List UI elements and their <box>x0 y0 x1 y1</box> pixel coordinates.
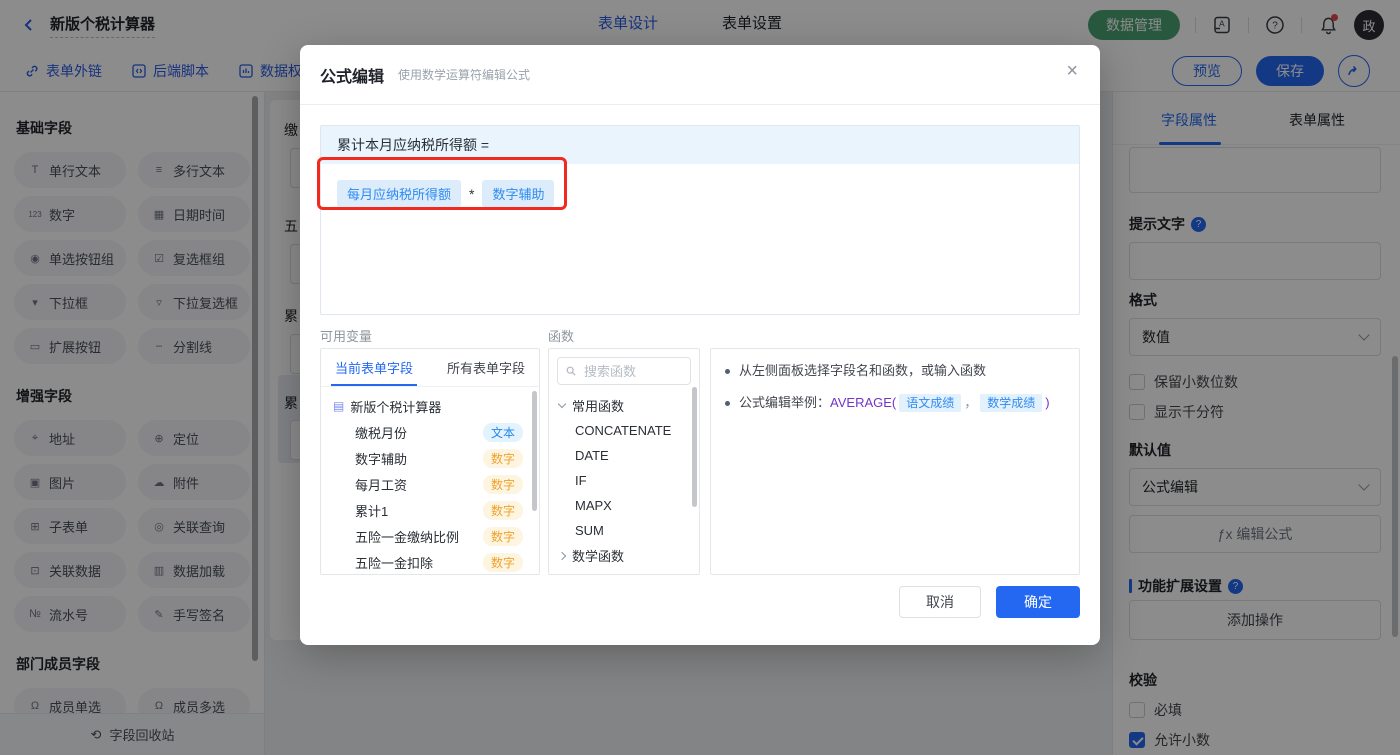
function-search-input[interactable] <box>582 362 682 380</box>
app-window: 新版个税计算器 表单设计 表单设置 数据管理 A ? 政 表单外链 后端脚本 数… <box>0 0 1400 755</box>
hints-panel: 从左侧面板选择字段名和函数，或输入函数 公式编辑举例：AVERAGE(语文成绩，… <box>710 348 1080 575</box>
form-tree-root[interactable]: ▤ 新版个税计算器 <box>321 393 539 419</box>
modal-title: 公式编辑 <box>320 68 385 86</box>
functions-panel: 常用函数 CONCATENATE DATE IF MAPX SUM 数学函数 文… <box>548 348 700 575</box>
variable-row[interactable]: 缴税月份 文本 <box>321 419 539 445</box>
variables-heading: 可用变量 <box>320 329 373 344</box>
formula-editor-modal: 公式编辑 使用数学运算符编辑公式 × 累计本月应纳税所得额 = 每月应纳税所得额… <box>300 45 1100 645</box>
modal-header: 公式编辑 使用数学运算符编辑公式 × <box>300 45 1100 105</box>
confirm-button[interactable]: 确定 <box>996 586 1080 618</box>
variable-row[interactable]: 每月工资 数字 <box>321 471 539 497</box>
form-doc-icon: ▤ <box>333 399 345 413</box>
type-badge: 数字 <box>482 526 523 546</box>
bullet-icon <box>725 401 730 406</box>
type-badge: 数字 <box>482 448 523 468</box>
formula-expression[interactable]: 每月应纳税所得额 * 数字辅助 <box>321 164 1079 223</box>
close-icon[interactable]: × <box>1066 61 1078 81</box>
type-badge: 数字 <box>482 500 523 520</box>
chevron-right-icon <box>557 551 567 560</box>
formula-field-chip[interactable]: 每月应纳税所得额 <box>337 180 462 207</box>
type-badge: 文本 <box>482 422 523 442</box>
tab-current-form-fields[interactable]: 当前表单字段 <box>335 358 413 377</box>
function-item[interactable]: MAPX <box>549 493 699 518</box>
type-badge: 数字 <box>482 474 523 494</box>
search-icon <box>566 366 576 376</box>
variable-row[interactable]: 数字辅助 数字 <box>321 445 539 471</box>
function-item[interactable]: DATE <box>549 443 699 468</box>
function-item[interactable]: IF <box>549 468 699 493</box>
function-group-common[interactable]: 常用函数 <box>549 393 699 418</box>
variable-row[interactable]: 累计1 数字 <box>321 497 539 523</box>
hint-line: 从左侧面板选择字段名和函数，或输入函数 <box>725 361 1065 381</box>
formula-editor-box: 累计本月应纳税所得额 = 每月应纳税所得额 * 数字辅助 <box>320 125 1080 315</box>
function-item[interactable]: SUM <box>549 518 699 543</box>
tab-all-form-fields[interactable]: 所有表单字段 <box>447 358 525 377</box>
variable-row[interactable]: 五险一金缴纳比例 数字 <box>321 523 539 549</box>
example-field-chip: 数学成绩 <box>980 394 1043 412</box>
variables-panel: 当前表单字段 所有表单字段 ▤ 新版个税计算器 缴税月份 文本 数字辅助 数字 每月… <box>320 348 540 575</box>
bullet-icon <box>725 369 730 374</box>
list-scrollbar-thumb[interactable] <box>532 391 537 511</box>
active-tab-underline <box>331 384 417 386</box>
function-group-math[interactable]: 数学函数 <box>549 543 699 568</box>
functions-heading: 函数 <box>548 329 575 344</box>
function-item[interactable]: CONCATENATE <box>549 418 699 443</box>
variable-row[interactable]: 五险一金扣除 数字 <box>321 549 539 574</box>
modal-subtitle: 使用数学运算符编辑公式 <box>398 68 531 82</box>
chevron-down-icon <box>557 399 567 408</box>
cancel-button[interactable]: 取消 <box>899 586 981 618</box>
example-field-chip: 语文成绩 <box>899 394 962 412</box>
function-group-text[interactable]: 文本函数 <box>549 568 699 574</box>
multiply-operator: * <box>469 185 475 202</box>
hint-example-line: 公式编辑举例：AVERAGE(语文成绩，数学成绩) <box>725 393 1065 413</box>
function-search[interactable] <box>557 357 691 385</box>
formula-field-chip[interactable]: 数字辅助 <box>482 180 555 207</box>
example-function-name: AVERAGE( <box>830 395 897 410</box>
list-scrollbar-thumb[interactable] <box>692 387 697 507</box>
type-badge: 数字 <box>482 552 523 572</box>
formula-target-field: 累计本月应纳税所得额 = <box>321 126 1079 164</box>
